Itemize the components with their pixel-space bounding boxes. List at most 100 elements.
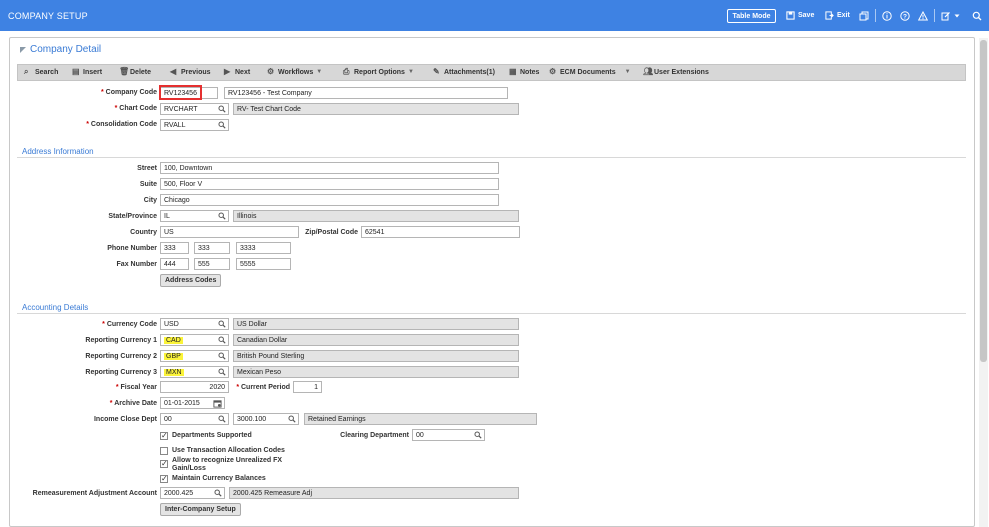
- archive-date-input[interactable]: 01-01-2015: [160, 397, 225, 409]
- use-transaction-allocation-checkbox[interactable]: [160, 447, 168, 455]
- clearing-department-value: 00: [416, 432, 424, 439]
- insert-label: Insert: [83, 68, 103, 76]
- save-button[interactable]: Save: [786, 8, 814, 23]
- calendar-icon[interactable]: [213, 399, 222, 408]
- street-input[interactable]: 100, Downtown: [160, 162, 499, 174]
- inter-company-setup-button[interactable]: Inter-Company Setup: [160, 503, 241, 516]
- unrealized-fx-checkbox[interactable]: [160, 459, 168, 468]
- insert-button[interactable]: ▤ Insert: [72, 68, 102, 76]
- accounting-section-title: Accounting Details: [22, 303, 89, 312]
- edit-menu-button[interactable]: [941, 8, 960, 23]
- fax-line-input[interactable]: 5555: [236, 258, 291, 270]
- fiscal-year-input[interactable]: 2020: [160, 381, 229, 393]
- scrollbar-thumb[interactable]: [980, 40, 987, 362]
- workflows-button[interactable]: ⚙ Workflows ▼: [267, 68, 322, 76]
- reporting-currency-2-input[interactable]: GBP: [160, 350, 229, 362]
- zip-input[interactable]: 62541: [361, 226, 520, 238]
- previous-label: Previous: [181, 68, 211, 76]
- company-description-input[interactable]: RV123456 - Test Company: [224, 87, 508, 99]
- trash-icon: 🗑︎: [119, 67, 130, 76]
- caret-down-icon: ▼: [407, 69, 414, 75]
- next-button[interactable]: ▶ Next: [224, 68, 250, 76]
- previous-button[interactable]: ◀ Previous: [170, 68, 211, 76]
- phone-prefix-input[interactable]: 333: [194, 242, 230, 254]
- caret-down-icon: ▼: [316, 69, 323, 75]
- copy-icon: [859, 11, 869, 20]
- copy-button[interactable]: [859, 8, 869, 23]
- search-icon[interactable]: [218, 320, 226, 328]
- address-codes-button[interactable]: Address Codes: [160, 274, 222, 287]
- report-options-button[interactable]: ⎙ Report Options ▼: [343, 68, 414, 76]
- departments-supported-label: Departments Supported: [172, 432, 252, 439]
- search-icon[interactable]: [288, 415, 296, 423]
- edit-icon: [941, 11, 950, 20]
- notes-button[interactable]: ▦ Notes: [509, 68, 539, 76]
- reporting-currency-3-value: MXN: [164, 369, 184, 376]
- search-icon[interactable]: [218, 212, 226, 220]
- currency-code-input[interactable]: USD: [160, 318, 229, 330]
- search-icon[interactable]: [218, 336, 226, 344]
- income-close-dept-input[interactable]: 00: [160, 413, 229, 425]
- caret-down-icon: ▼: [624, 69, 631, 75]
- chevron-down-icon: [954, 14, 960, 17]
- panel-title[interactable]: Company Detail: [20, 44, 101, 55]
- income-close-account-input[interactable]: 3000.100: [233, 413, 299, 425]
- svg-text:?: ?: [903, 13, 907, 20]
- search-icon: ⌕: [24, 67, 29, 76]
- save-label: Save: [798, 12, 815, 19]
- window-title: COMPANY SETUP: [8, 11, 88, 21]
- phone-area-input[interactable]: 333: [160, 242, 189, 254]
- attachments-label: Attachments(1): [444, 68, 495, 76]
- reporting-currency-1-input[interactable]: CAD: [160, 334, 229, 346]
- current-period-input[interactable]: 1: [293, 381, 322, 393]
- fax-area-input[interactable]: 444: [160, 258, 189, 270]
- state-input[interactable]: IL: [160, 210, 229, 222]
- search-icon[interactable]: [218, 352, 226, 360]
- search-icon[interactable]: [218, 368, 226, 376]
- ecm-documents-button[interactable]: ⚙ ECM Documents ▼: [549, 68, 631, 76]
- search-icon[interactable]: [474, 431, 482, 439]
- highlight-box: [159, 85, 202, 100]
- zip-label: Zip/Postal Code: [305, 229, 358, 236]
- help-button[interactable]: ?: [900, 8, 910, 23]
- departments-supported-checkbox[interactable]: [160, 431, 168, 440]
- search-tool-button[interactable]: ⌕ Search: [24, 68, 58, 76]
- search-icon[interactable]: [214, 489, 222, 497]
- income-close-description: Retained Earnings: [304, 413, 537, 425]
- title-bar: COMPANY SETUP Table Mode Save Exit ?: [0, 0, 989, 31]
- street-label: Street: [137, 165, 157, 172]
- search-icon[interactable]: [218, 105, 226, 113]
- toolbar-separator: [934, 9, 935, 22]
- warning-button[interactable]: [918, 8, 928, 23]
- reporting-currency-3-input[interactable]: MXN: [160, 366, 229, 378]
- delete-button[interactable]: 🗑︎ Delete: [119, 68, 151, 76]
- delete-label: Delete: [130, 68, 152, 76]
- remeasurement-adjustment-label: Remeasurement Adjustment Account: [32, 490, 157, 497]
- search-icon[interactable]: [218, 415, 226, 423]
- toolbar-separator: [875, 9, 876, 22]
- section-divider: [17, 157, 966, 158]
- consolidation-code-input[interactable]: RVALL: [160, 119, 229, 131]
- chart-code-input[interactable]: RVCHART: [160, 103, 229, 115]
- clearing-department-input[interactable]: 00: [412, 429, 485, 441]
- info-button[interactable]: [882, 8, 892, 23]
- fax-prefix-input[interactable]: 555: [194, 258, 230, 270]
- country-input[interactable]: US: [160, 226, 299, 238]
- search-icon[interactable]: [218, 121, 226, 129]
- table-mode-button[interactable]: Table Mode: [727, 9, 776, 23]
- phone-line-input[interactable]: 3333: [236, 242, 291, 254]
- state-description-field: Illinois: [233, 210, 519, 222]
- country-label: Country: [130, 229, 157, 236]
- attachments-button[interactable]: ✎ Attachments(1): [433, 68, 495, 76]
- city-input[interactable]: Chicago: [160, 194, 499, 206]
- user-extensions-button[interactable]: 👥︎ User Extensions: [643, 68, 709, 76]
- remeasurement-adjustment-value: 2000.425: [164, 490, 194, 497]
- clearing-department-label: Clearing Department: [340, 432, 409, 439]
- vertical-scrollbar[interactable]: [979, 38, 988, 527]
- insert-icon: ▤: [72, 67, 80, 76]
- search-global-button[interactable]: [972, 8, 982, 23]
- maintain-currency-balances-checkbox[interactable]: [160, 474, 168, 483]
- exit-button[interactable]: Exit: [825, 8, 850, 23]
- remeasurement-adjustment-input[interactable]: 2000.425: [160, 487, 225, 499]
- suite-input[interactable]: 500, Floor V: [160, 178, 499, 190]
